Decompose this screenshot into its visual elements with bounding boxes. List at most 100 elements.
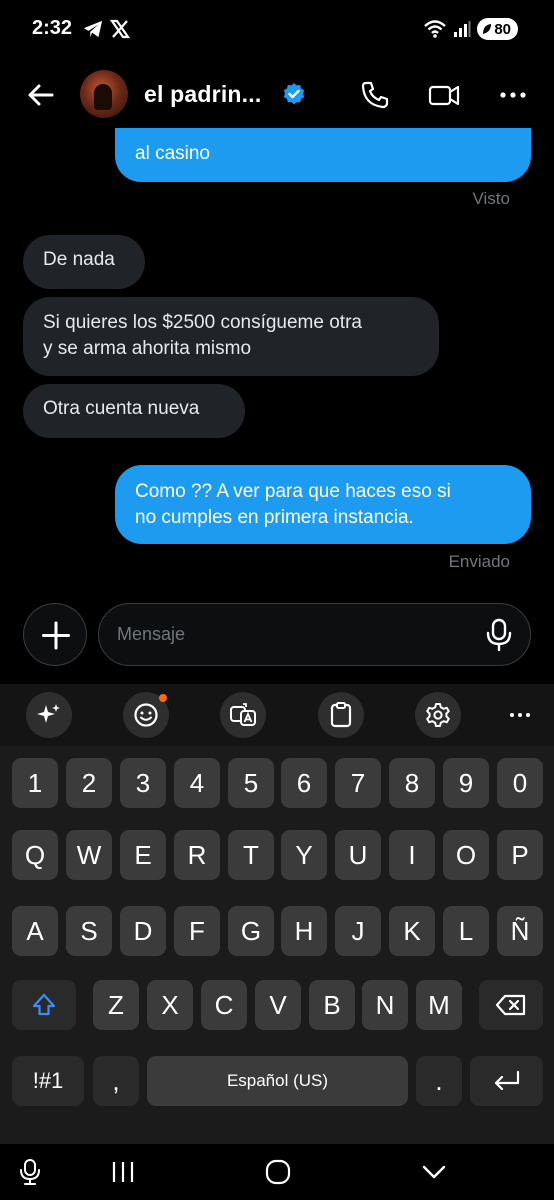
microphone-icon	[20, 1159, 40, 1185]
home-icon	[265, 1159, 291, 1185]
key-h[interactable]: H	[281, 906, 327, 956]
contact-avatar[interactable]	[80, 70, 128, 118]
recents-icon	[112, 1162, 134, 1182]
wifi-icon	[424, 20, 447, 38]
key-1[interactable]: 1	[12, 758, 58, 808]
key-9[interactable]: 9	[443, 758, 489, 808]
message-bubble-sent[interactable]: Como ?? A ver para que haces eso si no c…	[115, 465, 531, 544]
onscreen-keyboard: 1 2 3 4 5 6 7 8 9 0 Q W E R T Y U I O P …	[0, 684, 554, 1144]
verified-badge-icon	[283, 83, 305, 105]
key-o[interactable]: O	[443, 830, 489, 880]
key-d[interactable]: D	[120, 906, 166, 956]
key-3[interactable]: 3	[120, 758, 166, 808]
phone-call-icon[interactable]	[358, 78, 392, 112]
key-e[interactable]: E	[120, 830, 166, 880]
key-w[interactable]: W	[66, 830, 112, 880]
chevron-down-icon	[422, 1165, 446, 1179]
plus-icon	[42, 621, 70, 650]
clipboard-button[interactable]	[318, 692, 364, 738]
key-s[interactable]: S	[66, 906, 112, 956]
translate-button[interactable]	[220, 692, 266, 738]
battery-level: 80	[494, 20, 511, 38]
signal-icon	[454, 21, 471, 37]
key-7[interactable]: 7	[335, 758, 381, 808]
key-x[interactable]: X	[147, 980, 193, 1030]
emoji-button[interactable]	[123, 692, 169, 738]
backspace-key[interactable]	[479, 980, 543, 1030]
key-i[interactable]: I	[389, 830, 435, 880]
translate-icon	[230, 703, 256, 726]
message-bubble-received[interactable]: Si quieres los $2500 consígueme otra y s…	[23, 297, 439, 376]
key-enye[interactable]: Ñ	[497, 906, 543, 956]
message-placeholder: Mensaje	[117, 624, 186, 644]
add-attachment-button[interactable]	[23, 603, 87, 666]
key-r[interactable]: R	[174, 830, 220, 880]
video-call-icon[interactable]	[427, 78, 461, 112]
x-logo-icon	[110, 19, 130, 39]
hide-keyboard-button[interactable]	[414, 1152, 454, 1192]
message-text: De nada	[43, 249, 115, 270]
sparkle-icon	[37, 704, 60, 723]
message-bubble-received[interactable]: De nada	[23, 235, 145, 289]
contact-name[interactable]: el padrin...	[144, 81, 261, 108]
key-m[interactable]: M	[416, 980, 462, 1030]
key-z[interactable]: Z	[93, 980, 139, 1030]
key-t[interactable]: T	[228, 830, 274, 880]
message-text-line: no cumples en primera instancia.	[135, 507, 414, 528]
leaf-icon	[483, 24, 492, 34]
status-time: 2:32	[32, 17, 73, 39]
key-n[interactable]: N	[362, 980, 408, 1030]
key-2[interactable]: 2	[66, 758, 112, 808]
key-5[interactable]: 5	[228, 758, 274, 808]
keyboard-toolbar	[0, 684, 554, 746]
enter-icon	[494, 1070, 519, 1091]
key-g[interactable]: G	[228, 906, 274, 956]
shift-key[interactable]	[12, 980, 76, 1030]
key-0[interactable]: 0	[497, 758, 543, 808]
telegram-icon	[83, 20, 103, 38]
key-p[interactable]: P	[497, 830, 543, 880]
sent-status: Enviado	[448, 552, 510, 571]
key-b[interactable]: B	[309, 980, 355, 1030]
backspace-icon	[495, 994, 526, 1016]
key-q[interactable]: Q	[12, 830, 58, 880]
recent-apps-button[interactable]	[103, 1152, 143, 1192]
message-bubble-received[interactable]: Otra cuenta nueva	[23, 384, 245, 438]
enter-key[interactable]	[470, 1056, 543, 1106]
key-u[interactable]: U	[335, 830, 381, 880]
emoji-icon	[134, 703, 158, 727]
home-button[interactable]	[258, 1152, 298, 1192]
message-bubble-sent[interactable]: al casino	[115, 128, 531, 182]
notification-dot	[159, 694, 167, 702]
voice-message-icon[interactable]	[484, 618, 514, 652]
keyboard-more-button[interactable]	[497, 692, 543, 738]
message-text: Otra cuenta nueva	[43, 398, 200, 419]
key-l[interactable]: L	[443, 906, 489, 956]
key-k[interactable]: K	[389, 906, 435, 956]
message-text: al casino	[135, 143, 210, 164]
key-8[interactable]: 8	[389, 758, 435, 808]
clipboard-icon	[330, 702, 352, 728]
voice-input-button[interactable]	[10, 1152, 50, 1192]
keyboard-settings-button[interactable]	[415, 692, 461, 738]
key-j[interactable]: J	[335, 906, 381, 956]
key-y[interactable]: Y	[281, 830, 327, 880]
key-c[interactable]: C	[201, 980, 247, 1030]
space-bar[interactable]: Español (US)	[147, 1056, 408, 1106]
key-a[interactable]: A	[12, 906, 58, 956]
message-input[interactable]: Mensaje	[98, 603, 531, 666]
battery-badge: 80	[477, 18, 518, 40]
message-text-line: Como ?? A ver para que haces eso si	[135, 481, 451, 502]
key-4[interactable]: 4	[174, 758, 220, 808]
key-v[interactable]: V	[255, 980, 301, 1030]
key-6[interactable]: 6	[281, 758, 327, 808]
back-arrow-icon[interactable]	[24, 78, 58, 112]
symbols-key[interactable]: !#1	[12, 1056, 84, 1106]
period-key[interactable]: .	[416, 1056, 462, 1106]
more-options-icon[interactable]	[497, 78, 531, 112]
key-f[interactable]: F	[174, 906, 220, 956]
ai-sparkle-button[interactable]	[26, 692, 72, 738]
comma-key[interactable]: ,	[93, 1056, 139, 1106]
settings-icon	[426, 703, 450, 727]
notification-icons	[82, 19, 130, 39]
